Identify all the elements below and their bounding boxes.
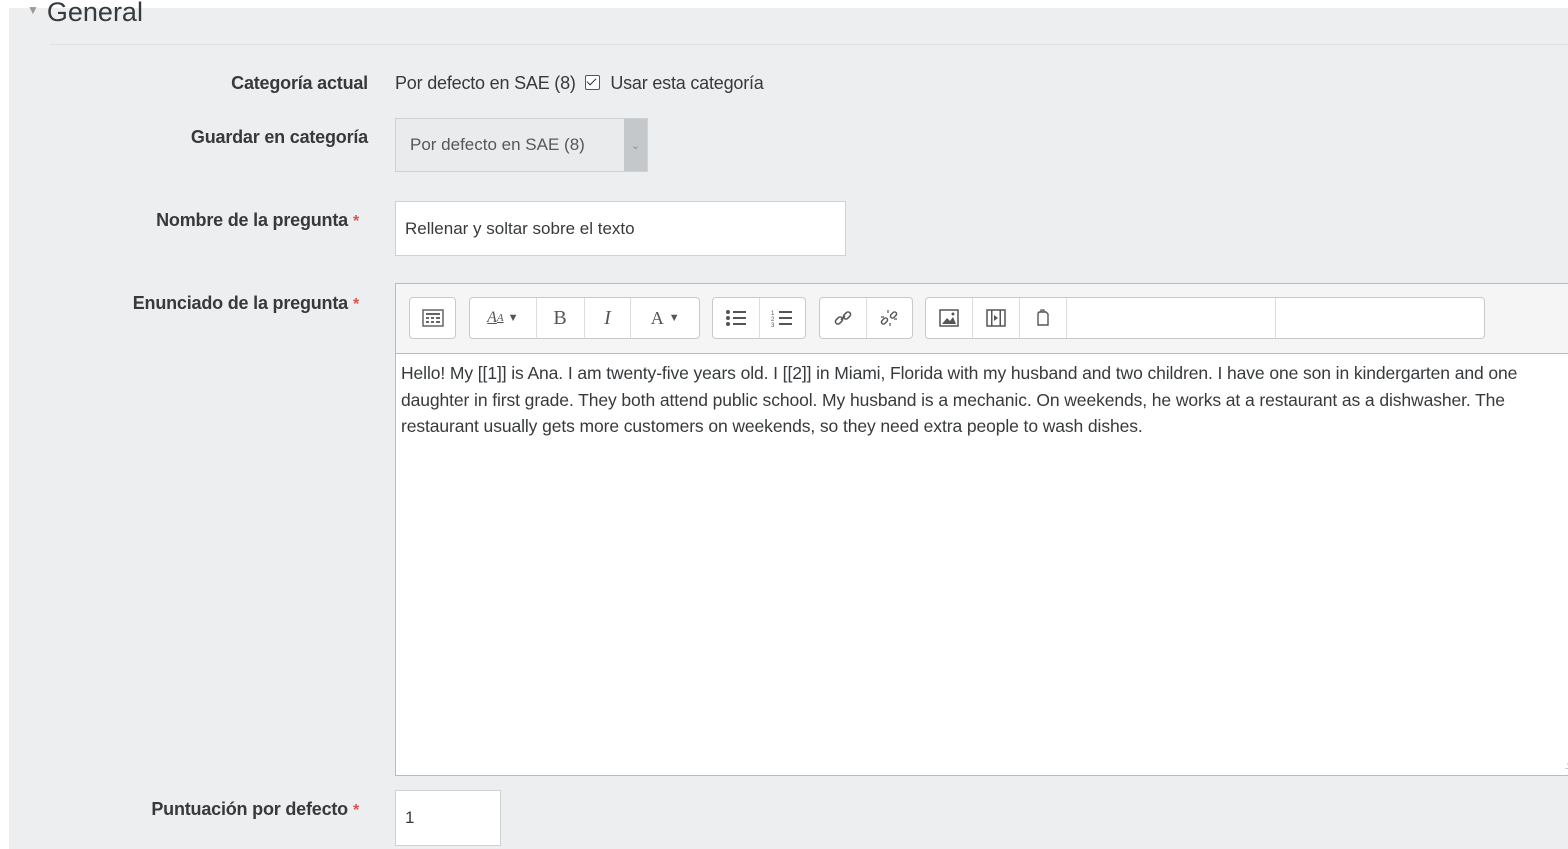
default-mark-input[interactable]: 1	[395, 790, 501, 846]
current-category-row: Por defecto en SAE (8) Usar esta categor…	[395, 73, 764, 94]
question-name-label-text: Nombre de la pregunta	[156, 210, 348, 230]
chevron-down-icon[interactable]: ⌄	[624, 119, 647, 171]
style-dropdown-button[interactable]: A ▼	[631, 298, 699, 338]
unordered-list-icon[interactable]	[713, 298, 760, 338]
current-category-label-text: Categoría actual	[231, 73, 368, 93]
font-size-icon[interactable]: A A ▼	[470, 298, 537, 338]
current-category-value: Por defecto en SAE (8)	[395, 73, 576, 93]
image-icon[interactable]	[926, 298, 973, 338]
use-category-label: Usar esta categoría	[610, 73, 764, 93]
toolbar-toggle-icon[interactable]	[410, 298, 455, 338]
section-divider	[50, 44, 1568, 45]
required-icon: *	[352, 213, 359, 230]
question-name-label: Nombre de la pregunta *	[156, 210, 359, 231]
editor-content[interactable]: Hello! My [[1]] is Ana. I am twenty-five…	[401, 360, 1568, 440]
save-category-selected: Por defecto en SAE (8)	[410, 135, 585, 154]
toolbar-group-links	[819, 297, 913, 339]
toolbar-empty-slot	[1067, 298, 1276, 338]
italic-label: I	[604, 306, 611, 329]
unlink-icon[interactable]	[867, 298, 913, 338]
collapse-triangle-icon[interactable]: ▼	[27, 3, 39, 17]
required-icon: *	[352, 296, 359, 313]
svg-text:3: 3	[771, 323, 775, 327]
current-category-label: Categoría actual	[231, 73, 368, 94]
default-mark-label: Puntuación por defecto *	[151, 799, 359, 820]
editor-toolbar: A A ▼ B I A ▼ 123	[396, 284, 1568, 354]
toolbar-group-lists: 123	[712, 297, 806, 339]
resize-handle-icon[interactable]: .:	[1564, 761, 1568, 772]
section-header[interactable]: ▼ General	[27, 0, 143, 30]
ordered-list-icon[interactable]: 123	[760, 298, 806, 338]
save-category-select[interactable]: Por defecto en SAE (8) ⌄	[395, 118, 648, 172]
media-icon[interactable]	[973, 298, 1020, 338]
default-mark-value: 1	[405, 808, 415, 827]
save-category-label: Guardar en categoría	[191, 127, 368, 148]
bold-button[interactable]: B	[537, 298, 585, 338]
manage-files-icon[interactable]	[1020, 298, 1067, 338]
question-text-editor[interactable]: A A ▼ B I A ▼ 123 Hello! My [[1]] is Ana…	[395, 283, 1568, 776]
link-icon[interactable]	[820, 298, 867, 338]
default-mark-label-text: Puntuación por defecto	[151, 799, 348, 819]
italic-button[interactable]: I	[585, 298, 632, 338]
use-category-checkbox[interactable]	[584, 75, 600, 90]
toolbar-group-media	[925, 297, 1485, 339]
toolbar-group-text: A A ▼ B I A ▼	[469, 297, 700, 339]
style-label: A	[650, 307, 664, 328]
save-category-label-text: Guardar en categoría	[190, 127, 368, 147]
question-name-value: Rellenar y soltar sobre el texto	[405, 218, 635, 238]
question-text-label-text: Enunciado de la pregunta	[132, 293, 348, 313]
toolbar-empty-slot	[1276, 298, 1484, 338]
bold-label: B	[553, 306, 567, 329]
required-icon: *	[352, 802, 359, 819]
question-text-label: Enunciado de la pregunta *	[133, 293, 359, 314]
toolbar-group-toggle	[409, 297, 456, 339]
section-title: General	[46, 0, 143, 27]
question-name-input[interactable]: Rellenar y soltar sobre el texto	[395, 201, 846, 256]
